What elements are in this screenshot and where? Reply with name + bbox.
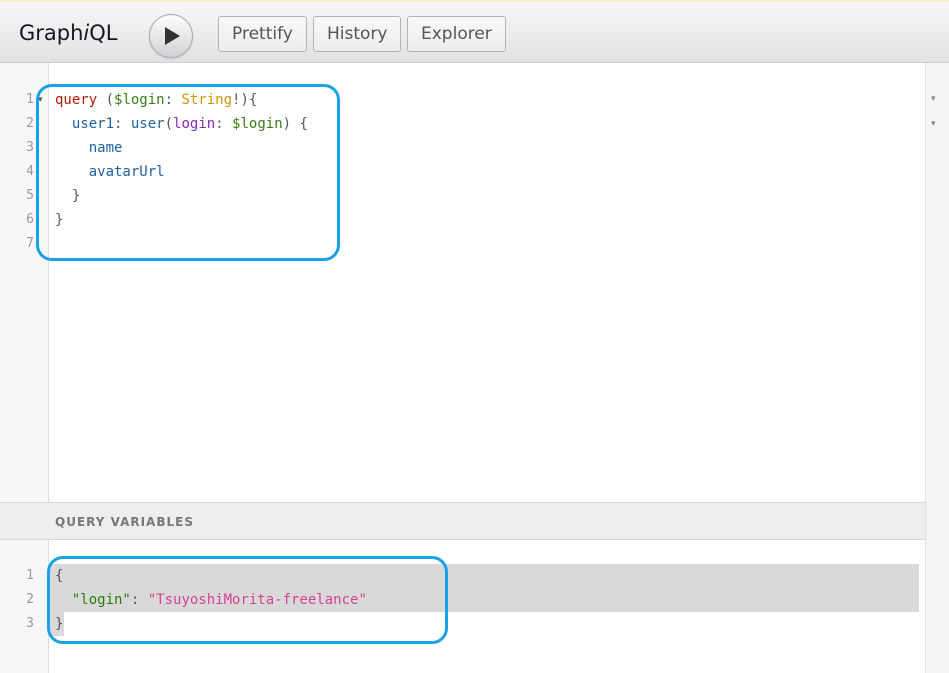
scroll-up-arrow-icon[interactable]: ▾ [931,93,936,104]
query-line-number: 2 [26,116,34,131]
prettify-button[interactable]: Prettify [218,16,307,52]
query-line-number: 1 [26,92,34,107]
query-variables-title: QUERY VARIABLES [55,515,194,529]
title-prefix: Graph [19,21,84,45]
query-highlight-box [36,84,340,261]
app-title: GraphiQL [19,21,118,45]
history-button[interactable]: History [313,16,402,52]
run-query-button[interactable] [149,14,193,58]
variables-highlight-box [47,556,448,644]
play-icon [165,27,180,45]
query-line-number: 4 [26,164,34,179]
title-suffix: QL [89,21,118,45]
query-line-number: 6 [26,212,34,227]
variables-line-number: 2 [26,592,34,607]
variables-line-number: 3 [26,616,34,631]
scroll-down-arrow-icon[interactable]: ▾ [931,118,936,129]
query-line-number: 5 [26,188,34,203]
toolbar: GraphiQL Prettify History Explorer [0,2,949,63]
query-line-number: 7 [26,236,34,251]
explorer-button[interactable]: Explorer [407,16,506,52]
query-line-number: 3 [26,140,34,155]
variables-line-number: 1 [26,568,34,583]
right-scrollbar[interactable]: ▾ ▾ [925,63,949,673]
query-variables-header[interactable]: QUERY VARIABLES [0,502,925,540]
